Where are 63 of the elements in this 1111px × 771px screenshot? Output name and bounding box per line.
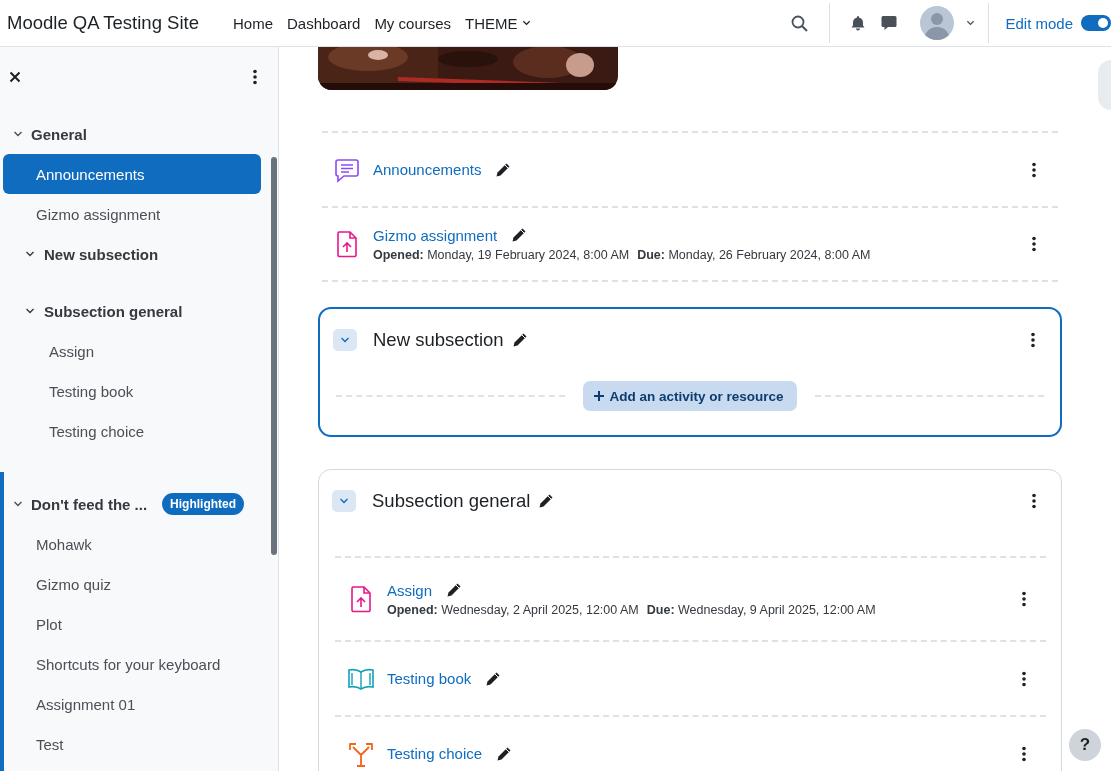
subsection-heading: New subsection	[373, 328, 504, 351]
avatar-icon	[920, 6, 955, 40]
index-item[interactable]: Gizmo assignment	[3, 194, 261, 234]
index-item[interactable]: Plot	[3, 604, 261, 644]
pencil-icon[interactable]	[495, 161, 512, 178]
more-options-icon[interactable]	[1022, 591, 1026, 607]
highlighted-badge: Highlighted	[162, 493, 245, 515]
bell-icon	[851, 15, 866, 31]
index-item[interactable]: Testing choice	[3, 411, 261, 451]
activity-dates: Opened: Wednesday, 2 April 2025, 12:00 AM Due: Wednesday, 9 April 2025, 12:00 AM	[387, 602, 877, 617]
index-item[interactable]: Mohawk	[3, 524, 261, 564]
nav-link[interactable]: My courses	[367, 0, 459, 46]
file-upload-icon	[349, 585, 373, 613]
speech-bubble-icon	[334, 156, 360, 183]
index-item[interactable]: Announcements	[3, 154, 261, 194]
more-options-icon[interactable]	[1032, 161, 1036, 178]
more-options-icon[interactable]	[1032, 492, 1036, 509]
file-upload-icon	[335, 230, 359, 258]
caret-icon	[521, 18, 531, 28]
scrollbar[interactable]	[271, 157, 277, 555]
activity-link[interactable]: Announcements	[373, 161, 482, 178]
activity-dates: Opened: Monday, 19 February 2024, 8:00 AM Due: Monday, 26 February 2024, 8:00 AM	[373, 247, 872, 262]
activity-link[interactable]: Testing book	[387, 670, 472, 687]
index-item[interactable]: Assignment 01	[3, 684, 261, 724]
collapse-toggle[interactable]	[333, 328, 357, 351]
activity-link[interactable]: Assign	[387, 581, 433, 599]
pencil-icon[interactable]	[511, 331, 528, 348]
more-options-icon[interactable]	[1032, 236, 1036, 252]
index-item[interactable]: Test	[3, 724, 261, 764]
more-options-icon[interactable]	[253, 69, 257, 85]
add-activity-button[interactable]: Add an activity or resource	[583, 381, 797, 411]
activity-link[interactable]: Testing choice	[387, 745, 483, 762]
subsection-title[interactable]: Subsection general	[44, 302, 183, 320]
index-item[interactable]: Shortcuts for your keyboard	[3, 644, 261, 684]
caret-icon	[966, 18, 976, 28]
pencil-icon[interactable]	[511, 227, 528, 243]
more-options-icon[interactable]	[1022, 745, 1026, 762]
nav-link[interactable]: Dashboard	[280, 0, 368, 46]
pencil-icon[interactable]	[446, 582, 463, 598]
pencil-icon[interactable]	[496, 745, 513, 762]
section-title[interactable]: Don't feed the ...	[31, 495, 148, 513]
section-title[interactable]: General	[31, 125, 87, 143]
pencil-icon[interactable]	[538, 492, 555, 509]
more-options-icon[interactable]	[1031, 331, 1035, 348]
nav-link[interactable]: Home	[225, 0, 280, 46]
plus-icon	[593, 390, 606, 402]
subsection-title[interactable]: New subsection	[44, 245, 159, 263]
chat-bubble-icon	[881, 15, 898, 31]
pencil-icon[interactable]	[485, 670, 502, 687]
index-item[interactable]: Gizmo quiz	[3, 564, 261, 604]
nav-dropdown[interactable]: THEME	[458, 0, 538, 46]
open-book-icon	[347, 666, 375, 691]
more-options-icon[interactable]	[1022, 670, 1026, 687]
collapse-toggle[interactable]	[332, 489, 356, 512]
index-item[interactable]: Testing book	[3, 371, 261, 411]
site-name[interactable]: Moodle QA Testing Site	[7, 12, 199, 34]
subsection-heading: Subsection general	[372, 489, 531, 512]
index-item[interactable]: Assign	[3, 331, 261, 371]
search-icon	[791, 14, 809, 32]
edit-mode-label: Edit mode	[1005, 14, 1073, 32]
help-button[interactable]: ?	[1069, 729, 1101, 761]
activity-link[interactable]: Gizmo assignment	[373, 226, 498, 244]
edit-mode-toggle[interactable]	[1081, 15, 1111, 31]
